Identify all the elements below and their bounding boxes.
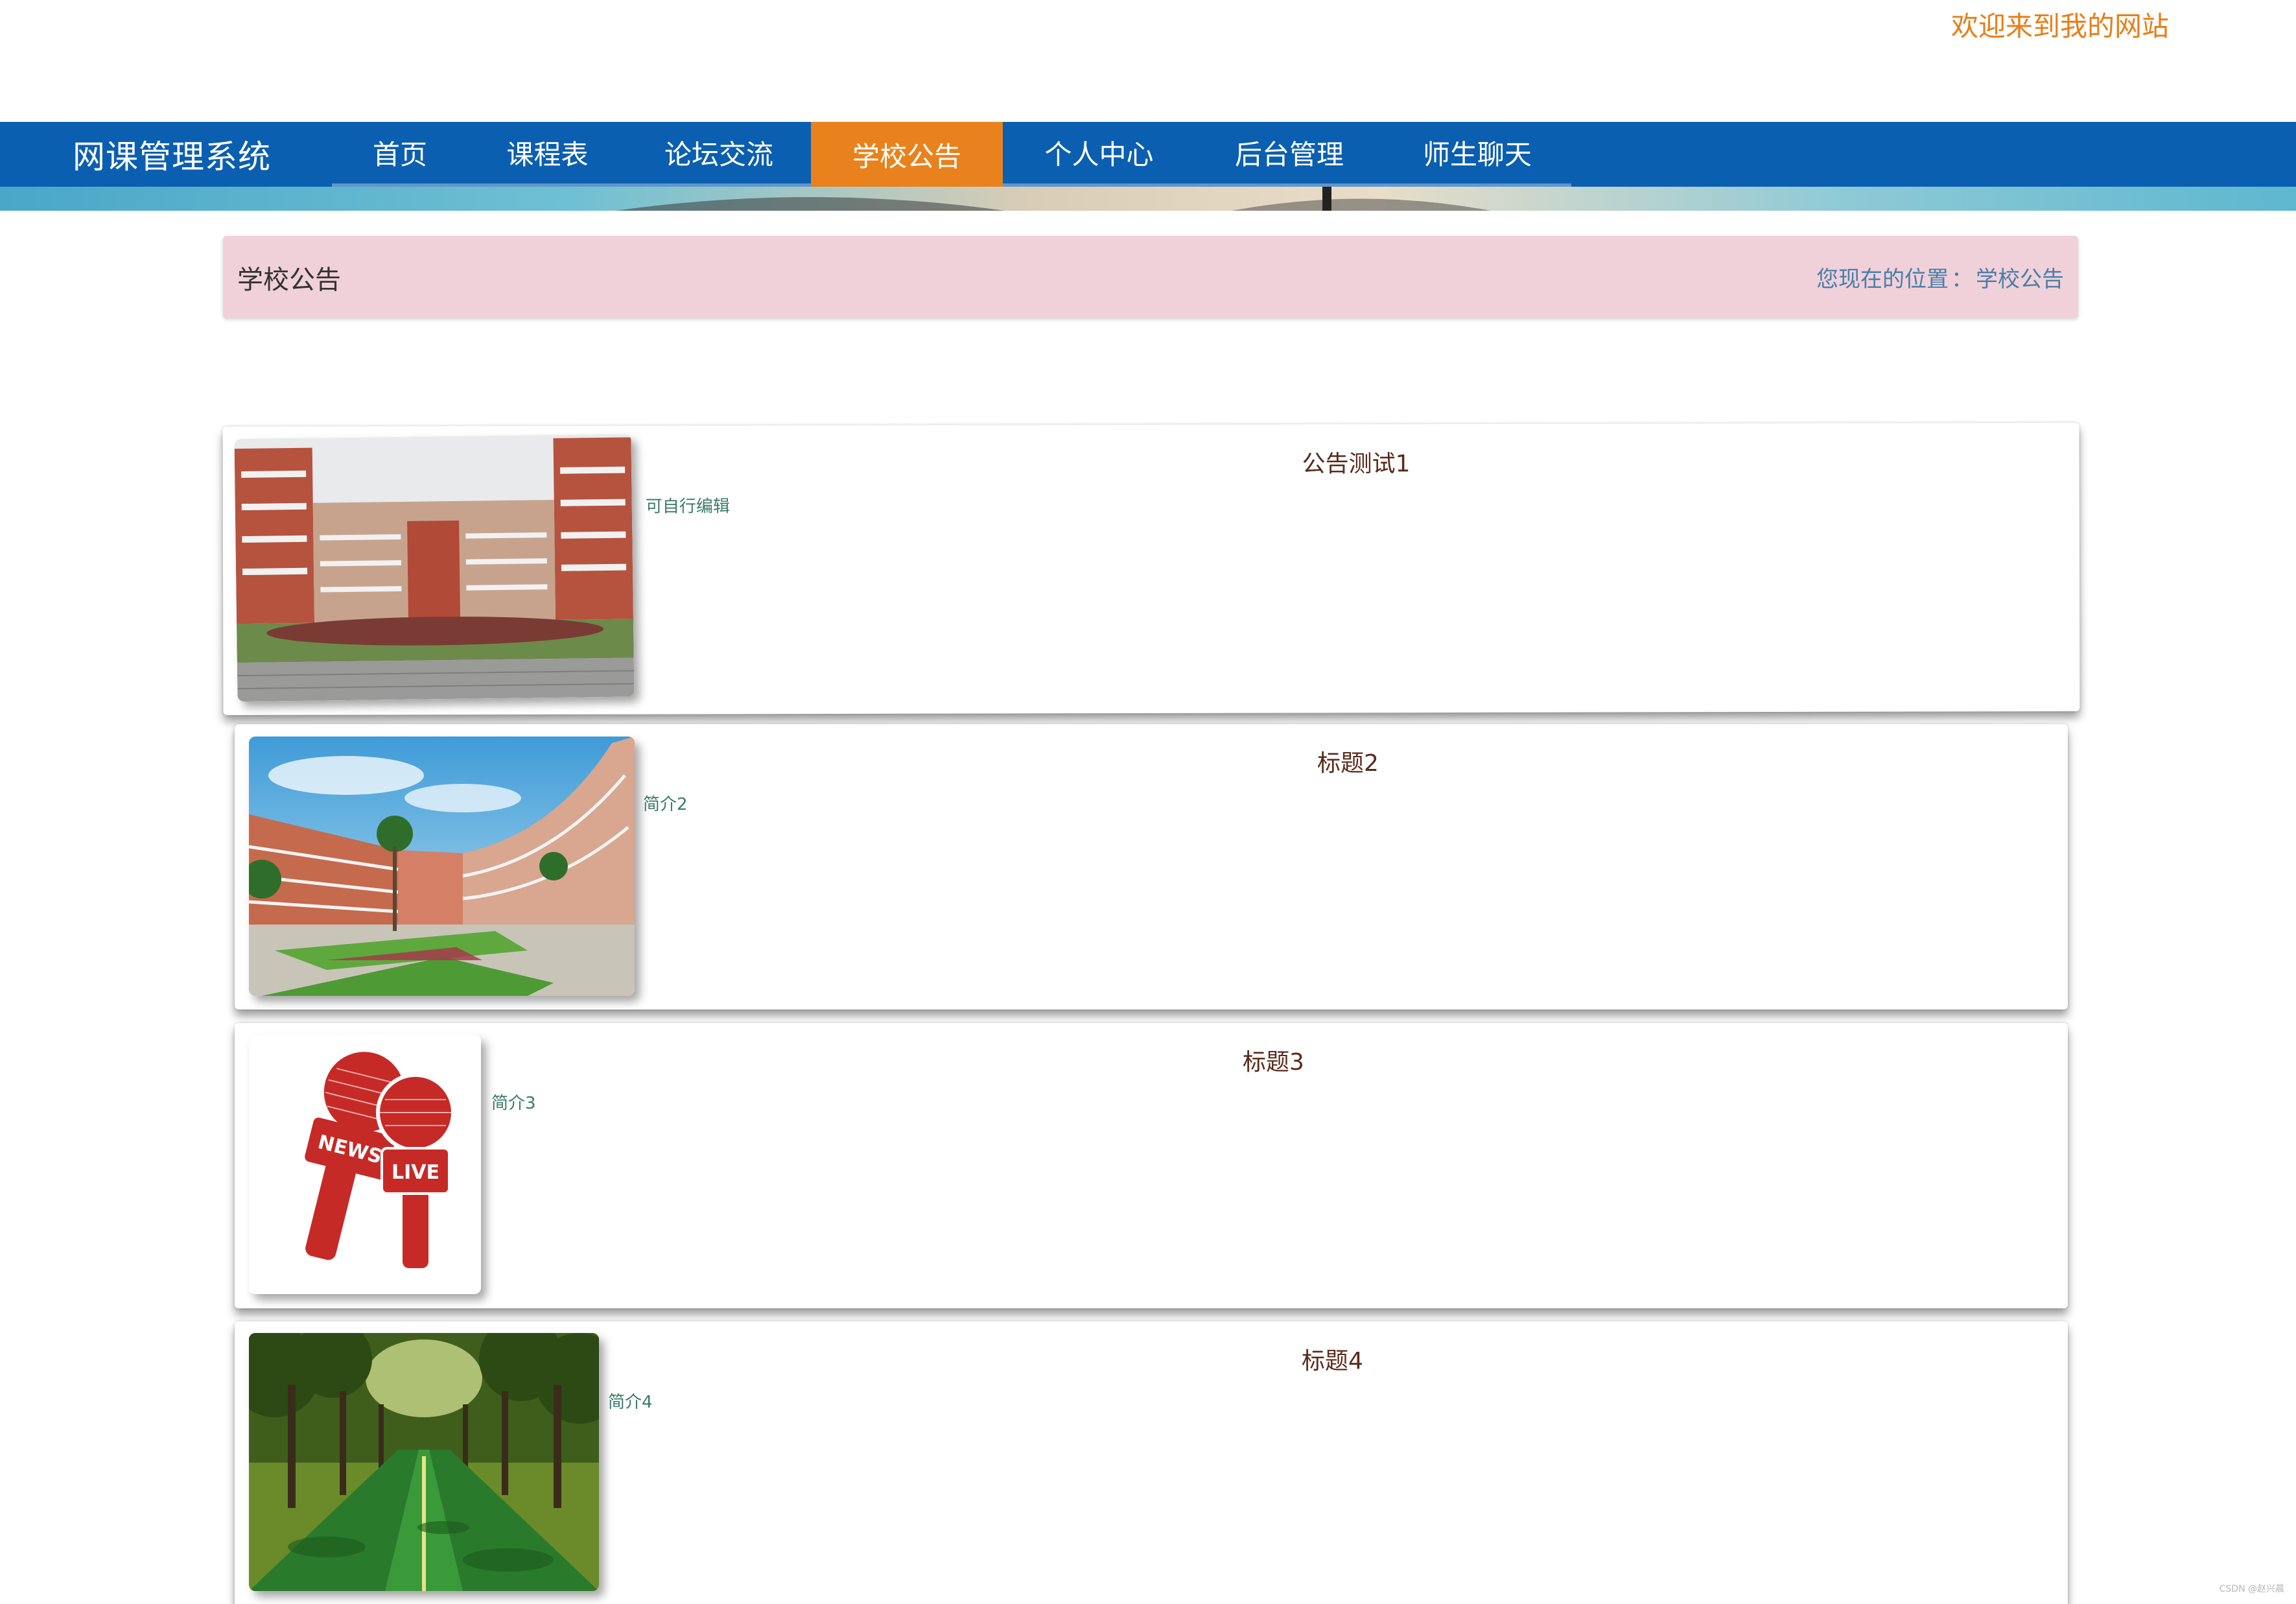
notice-summary: 简介3 [491,1094,536,1113]
page-title: 学校公告 [237,265,341,295]
notice-title[interactable]: 标题4 [1302,1342,1363,1376]
breadcrumb: 您现在的位置：学校公告 [1816,261,2064,293]
nav-item-profile[interactable]: 个人中心 [1003,122,1195,187]
notice-card[interactable]: 标题4 简介4 [235,1321,2068,1604]
nav-item-forum[interactable]: 论坛交流 [627,122,811,187]
navbar: 网课管理系统 首页 课程表 论坛交流 学校公告 个人中心 后台管理 师生聊天 [0,122,2296,187]
nav-item-home[interactable]: 首页 [332,122,468,187]
notice-title[interactable]: 公告测试1 [1302,445,1411,478]
notice-card[interactable]: 标题2 简介2 [235,724,2068,1009]
brand-title[interactable]: 网课管理系统 [0,122,332,187]
notice-image-school-building[interactable] [234,434,635,702]
notice-summary: 简介2 [643,795,688,814]
svg-text:LIVE: LIVE [392,1161,439,1184]
nav-band: 网课管理系统 首页 课程表 论坛交流 学校公告 个人中心 后台管理 师生聊天 [0,122,2296,211]
notice-title[interactable]: 标题2 [1317,744,1379,778]
notice-card[interactable]: 公告测试1 可自行编辑 [222,423,2080,715]
notice-image-tree-road[interactable] [249,1333,599,1591]
nav-item-schedule[interactable]: 课程表 [468,122,627,187]
notice-card[interactable]: NEWS LIVE 标题3 简介3 [235,1023,2068,1308]
breadcrumb-separator: ： [1951,266,1973,292]
notice-summary: 简介4 [608,1393,653,1412]
breadcrumb-current[interactable]: 学校公告 [1976,266,2064,292]
notice-summary: 可自行编辑 [645,497,730,517]
watermark: CSDN @赵兴晨 [2219,1584,2284,1594]
notice-title[interactable]: 标题3 [1243,1043,1304,1077]
notice-image-campus-courtyard[interactable] [249,737,635,996]
nav-item-admin[interactable]: 后台管理 [1195,122,1383,187]
nav-item-chat[interactable]: 师生聊天 [1383,122,1571,187]
nav-item-announcements[interactable]: 学校公告 [811,122,1003,187]
page-header: 学校公告 您现在的位置：学校公告 [223,236,2078,318]
notice-image-news-microphone[interactable]: NEWS LIVE [249,1035,481,1294]
welcome-text: 欢迎来到我的网站 [1950,10,2169,42]
breadcrumb-prefix: 您现在的位置 [1816,266,1949,292]
